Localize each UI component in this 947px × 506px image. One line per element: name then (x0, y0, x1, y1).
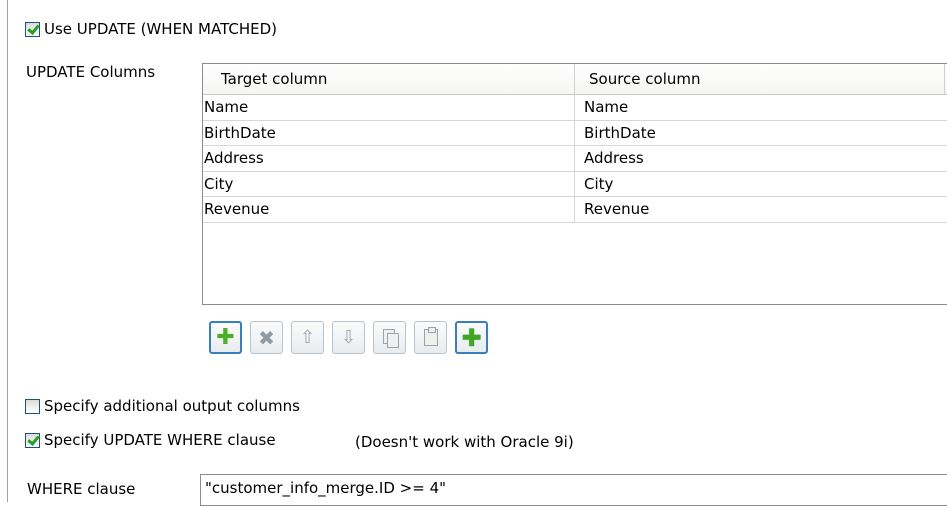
oracle-note: (Doesn't work with Oracle 9i) (355, 433, 574, 451)
remove-row-button[interactable]: ✖ (250, 321, 283, 354)
update-where-label: Specify UPDATE WHERE clause (44, 431, 276, 449)
target-cell[interactable]: Revenue (203, 197, 575, 222)
source-cell[interactable]: Revenue (575, 197, 945, 222)
move-up-button[interactable]: ⇧ (291, 321, 324, 354)
panel-left-border (7, 0, 8, 502)
update-columns-label: UPDATE Columns (26, 63, 156, 81)
add-icon: ✚ (216, 324, 235, 350)
copy-button[interactable] (373, 321, 406, 354)
additional-output-option[interactable]: Specify additional output columns (25, 397, 300, 415)
source-cell[interactable]: BirthDate (575, 121, 945, 146)
target-cell[interactable]: Address (203, 146, 575, 171)
use-update-checkbox[interactable] (25, 21, 40, 37)
additional-output-label: Specify additional output columns (44, 397, 300, 415)
source-cell[interactable]: Address (575, 146, 945, 171)
source-cell[interactable]: Name (575, 95, 945, 120)
additional-output-checkbox[interactable] (25, 398, 40, 414)
add-all-columns-button[interactable]: ✚ (455, 321, 488, 354)
update-where-checkbox[interactable] (25, 432, 40, 448)
update-where-option[interactable]: Specify UPDATE WHERE clause (25, 431, 276, 449)
add-row-button[interactable]: ✚ (209, 321, 242, 354)
table-toolbar: ✚ ✖ ⇧ ⇩ ✚ (209, 321, 496, 354)
paste-button[interactable] (414, 321, 447, 354)
use-update-option[interactable]: Use UPDATE (WHEN MATCHED) (25, 20, 277, 38)
where-clause-label: WHERE clause (27, 480, 136, 498)
move-up-icon: ⇧ (299, 326, 316, 348)
target-cell[interactable]: Name (203, 95, 575, 120)
table-row[interactable]: Revenue Revenue (203, 197, 947, 223)
target-cell[interactable]: BirthDate (203, 120, 575, 146)
table-header: Target column Source column (203, 64, 947, 95)
table-row[interactable]: City City (203, 171, 947, 198)
target-cell[interactable]: City (203, 171, 575, 197)
target-column-header[interactable]: Target column (203, 64, 575, 94)
table-row[interactable]: Name Name (203, 95, 947, 121)
where-clause-input[interactable]: "customer_info_merge.ID >= 4" (200, 474, 947, 506)
copy-icon (382, 329, 399, 348)
use-update-label: Use UPDATE (WHEN MATCHED) (44, 20, 277, 38)
paste-icon (423, 327, 438, 346)
move-down-button[interactable]: ⇩ (332, 321, 365, 354)
source-column-header[interactable]: Source column (575, 64, 945, 94)
move-down-icon: ⇩ (340, 326, 357, 348)
table-row[interactable]: BirthDate BirthDate (203, 120, 947, 147)
update-columns-table[interactable]: Target column Source column Name Name Bi… (202, 63, 947, 305)
source-cell[interactable]: City (575, 172, 945, 197)
add-all-icon: ✚ (461, 323, 482, 352)
table-row[interactable]: Address Address (203, 146, 947, 172)
remove-icon: ✖ (258, 325, 275, 350)
